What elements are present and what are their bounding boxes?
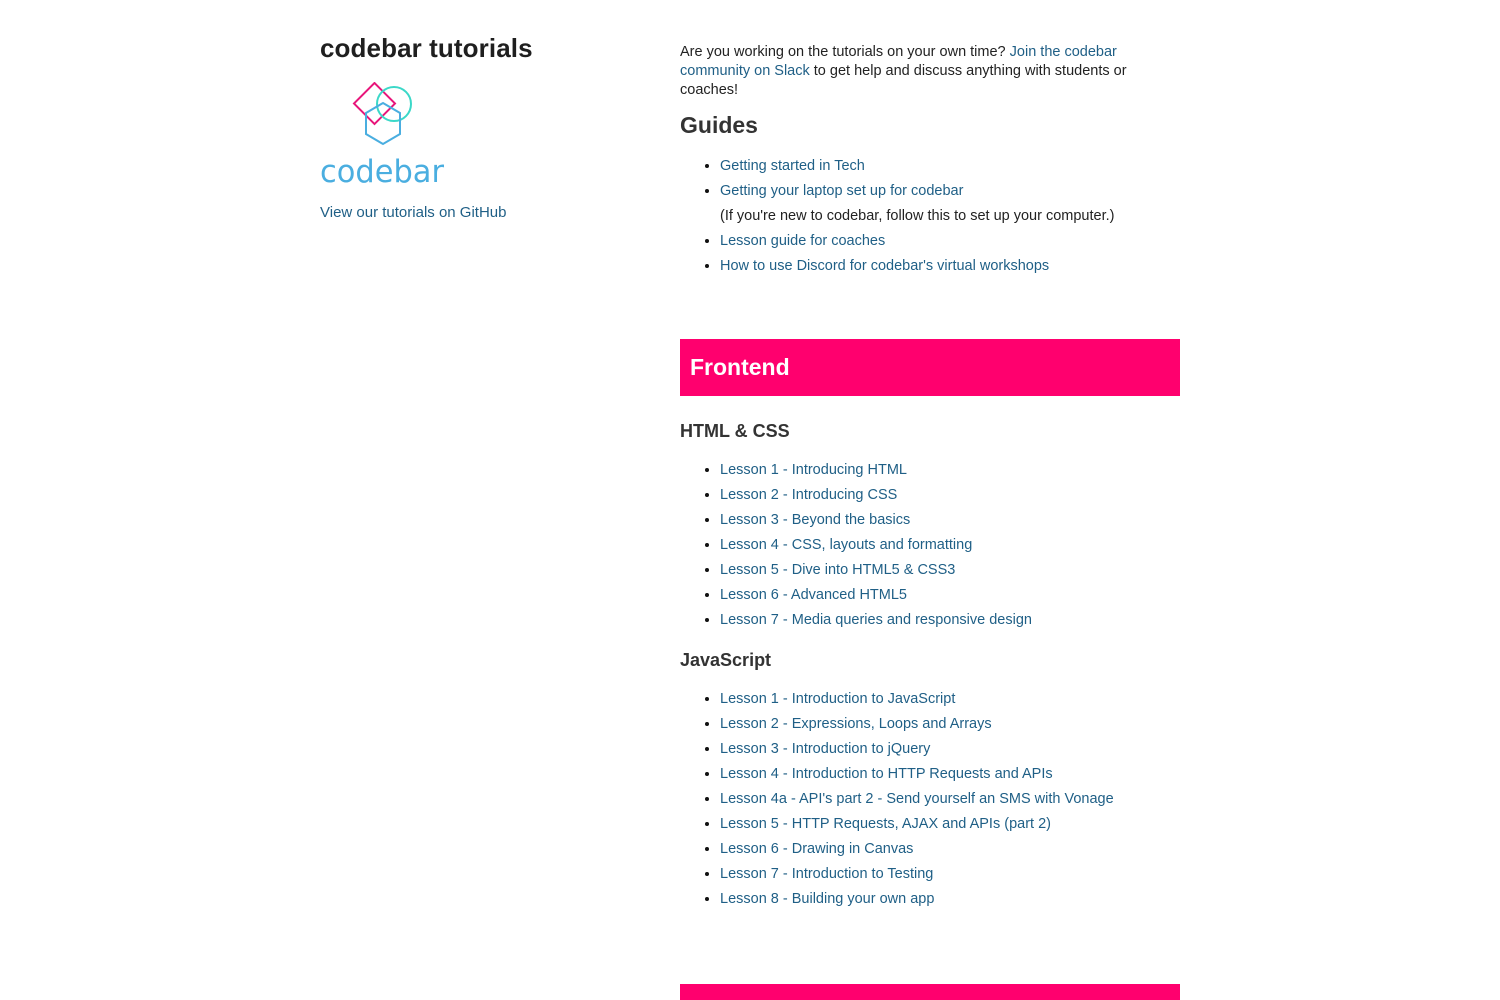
list-item: Lesson 4a - API's part 2 - Send yourself… bbox=[720, 787, 1180, 812]
guides-heading: Guides bbox=[680, 112, 758, 138]
lesson-link[interactable]: Lesson 7 - Media queries and responsive … bbox=[720, 612, 1032, 628]
html-css-list: Lesson 1 - Introducing HTML Lesson 2 - I… bbox=[680, 458, 1180, 633]
page: codebar tutorials codebar View our tutor… bbox=[0, 0, 1500, 1000]
list-item: Lesson 5 - Dive into HTML5 & CSS3 bbox=[720, 558, 1180, 583]
lesson-link[interactable]: Lesson 6 - Advanced HTML5 bbox=[720, 587, 907, 603]
logo-diamond-shape bbox=[352, 82, 397, 126]
list-item: Lesson 1 - Introducing HTML bbox=[720, 458, 1180, 483]
list-item: Lesson 1 - Introduction to JavaScript bbox=[720, 687, 1180, 712]
list-item: Lesson 2 - Expressions, Loops and Arrays bbox=[720, 712, 1180, 737]
list-item: Lesson 3 - Introduction to jQuery bbox=[720, 737, 1180, 762]
list-item: Lesson 4 - CSS, layouts and formatting bbox=[720, 533, 1180, 558]
site-title: codebar tutorials bbox=[320, 33, 533, 63]
lesson-link[interactable]: Lesson 4a - API's part 2 - Send yourself… bbox=[720, 791, 1114, 807]
list-item: Lesson 2 - Introducing CSS bbox=[720, 483, 1180, 508]
next-section-banner bbox=[680, 984, 1180, 1000]
list-item: How to use Discord for codebar's virtual… bbox=[720, 254, 1180, 279]
lesson-link[interactable]: Lesson 5 - Dive into HTML5 & CSS3 bbox=[720, 562, 955, 578]
frontend-banner: Frontend bbox=[680, 339, 1180, 396]
lesson-link[interactable]: Lesson 8 - Building your own app bbox=[720, 891, 934, 907]
lesson-link[interactable]: Lesson 2 - Expressions, Loops and Arrays bbox=[720, 716, 992, 732]
lesson-link[interactable]: Lesson 6 - Drawing in Canvas bbox=[720, 841, 913, 857]
list-item: Lesson 7 - Media queries and responsive … bbox=[720, 608, 1180, 633]
guide-link-coaches[interactable]: Lesson guide for coaches bbox=[720, 233, 885, 249]
guides-list: Getting started in Tech Getting your lap… bbox=[680, 154, 1180, 279]
lesson-link[interactable]: Lesson 2 - Introducing CSS bbox=[720, 487, 897, 503]
codebar-logo[interactable]: codebar bbox=[320, 82, 450, 186]
lesson-link[interactable]: Lesson 1 - Introducing HTML bbox=[720, 462, 907, 478]
github-link[interactable]: View our tutorials on GitHub bbox=[320, 204, 506, 221]
guide-link-getting-started[interactable]: Getting started in Tech bbox=[720, 158, 865, 174]
list-item: Lesson 5 - HTTP Requests, AJAX and APIs … bbox=[720, 812, 1180, 837]
logo-wordmark: codebar bbox=[320, 154, 444, 186]
lesson-link[interactable]: Lesson 3 - Introduction to jQuery bbox=[720, 741, 930, 757]
intro-paragraph: Are you working on the tutorials on your… bbox=[680, 43, 1180, 100]
list-item: Getting started in Tech bbox=[720, 154, 1180, 179]
guide-link-discord[interactable]: How to use Discord for codebar's virtual… bbox=[720, 258, 1049, 274]
list-item: Lesson 6 - Advanced HTML5 bbox=[720, 583, 1180, 608]
lesson-link[interactable]: Lesson 4 - CSS, layouts and formatting bbox=[720, 537, 972, 553]
guide-note: (If you're new to codebar, follow this t… bbox=[720, 208, 1115, 224]
logo-hexagon-shape bbox=[365, 101, 401, 146]
list-item: Lesson 7 - Introduction to Testing bbox=[720, 862, 1180, 887]
sidebar: codebar tutorials codebar View our tutor… bbox=[320, 30, 640, 222]
list-item: Lesson 8 - Building your own app bbox=[720, 887, 1180, 912]
list-item: Getting your laptop set up for codebar (I… bbox=[720, 179, 1180, 229]
lesson-link[interactable]: Lesson 4 - Introduction to HTTP Requests… bbox=[720, 766, 1053, 782]
guide-link-laptop-setup[interactable]: Getting your laptop set up for codebar bbox=[720, 183, 963, 199]
lesson-link[interactable]: Lesson 5 - HTTP Requests, AJAX and APIs … bbox=[720, 816, 1051, 832]
list-item: Lesson 3 - Beyond the basics bbox=[720, 508, 1180, 533]
lesson-link[interactable]: Lesson 7 - Introduction to Testing bbox=[720, 866, 933, 882]
lesson-link[interactable]: Lesson 3 - Beyond the basics bbox=[720, 512, 910, 528]
list-item: Lesson 6 - Drawing in Canvas bbox=[720, 837, 1180, 862]
main-content: Are you working on the tutorials on your… bbox=[680, 43, 1180, 912]
list-item: Lesson 4 - Introduction to HTTP Requests… bbox=[720, 762, 1180, 787]
html-css-heading: HTML & CSS bbox=[680, 421, 790, 441]
intro-text-before: Are you working on the tutorials on your… bbox=[680, 44, 1006, 60]
list-item: Lesson guide for coaches bbox=[720, 229, 1180, 254]
javascript-list: Lesson 1 - Introduction to JavaScript Le… bbox=[680, 687, 1180, 912]
javascript-heading: JavaScript bbox=[680, 650, 772, 670]
lesson-link[interactable]: Lesson 1 - Introduction to JavaScript bbox=[720, 691, 955, 707]
